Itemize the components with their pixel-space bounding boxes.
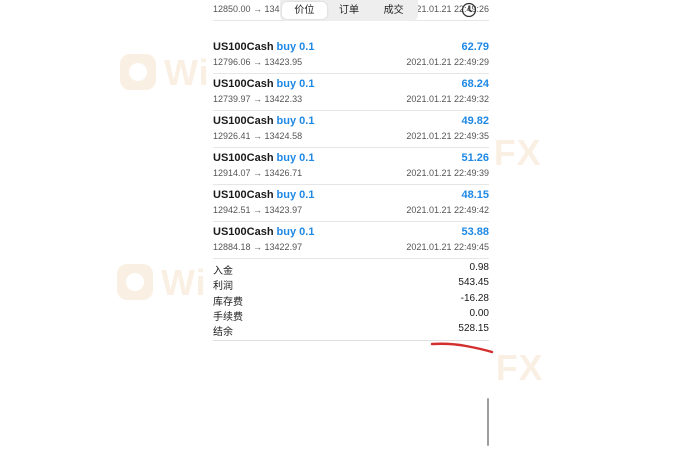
deal-row[interactable]: US100Cash buy 0.1 68.24 12739.97 → 13422.… bbox=[213, 74, 489, 111]
summary-value: 0.00 bbox=[469, 307, 489, 319]
deal-symbol: US100Cash bbox=[213, 115, 274, 127]
deal-prices: 12914.07 → 13426.71 bbox=[213, 168, 303, 178]
deal-time: 2021.01.21 22:49:42 bbox=[406, 205, 489, 215]
deal-prices: 12884.18 → 13422.97 bbox=[213, 242, 303, 252]
deal-time: 2021.01.21 22:49:32 bbox=[406, 94, 489, 104]
deal-time: 2021.01.21 22:49:39 bbox=[406, 168, 489, 178]
deal-profit: 48.15 bbox=[461, 189, 489, 201]
summary-value: -16.28 bbox=[460, 292, 489, 304]
deal-side: buy 0.1 bbox=[276, 226, 315, 238]
deal-profit: 49.82 bbox=[461, 115, 489, 127]
summary-value: 528.15 bbox=[458, 323, 489, 335]
deal-side: buy 0.1 bbox=[276, 115, 315, 127]
deal-side: buy 0.1 bbox=[276, 152, 315, 164]
deal-row[interactable]: US100Cash buy 0.1 53.88 12884.18 → 13422.… bbox=[213, 222, 489, 259]
deal-row[interactable]: US100Cash buy 0.1 62.79 12796.06 → 13423.… bbox=[213, 37, 489, 74]
deal-time: 2021.01.21 22:49:35 bbox=[406, 131, 489, 141]
red-underline-mark bbox=[430, 342, 494, 354]
deal-symbol: US100Cash bbox=[213, 152, 274, 164]
deal-symbol: US100Cash bbox=[213, 226, 274, 238]
deal-profit: 53.88 bbox=[461, 226, 489, 238]
wikifx-logo-icon bbox=[120, 54, 156, 90]
account-summary: 入金 0.98 利润 543.45 库存费 -16.28 手续费 0.00 结余… bbox=[213, 260, 489, 339]
summary-swap: 库存费 -16.28 bbox=[213, 291, 489, 308]
summary-profit: 利润 543.45 bbox=[213, 275, 489, 292]
deal-time: 2021.01.21 22:49:45 bbox=[406, 242, 489, 252]
deal-row[interactable]: US100Cash buy 0.1 49.82 12926.41 → 13424.… bbox=[213, 111, 489, 148]
scrollbar[interactable] bbox=[487, 398, 489, 446]
tab-price[interactable]: 价位 bbox=[282, 2, 327, 19]
deal-profit: 51.26 bbox=[461, 152, 489, 164]
wikifx-logo-icon bbox=[117, 264, 153, 300]
deal-row[interactable]: US100Cash buy 0.1 48.15 12942.51 → 13423.… bbox=[213, 185, 489, 222]
deal-side: buy 0.1 bbox=[276, 189, 315, 201]
deal-profit: 68.24 bbox=[461, 78, 489, 90]
deal-symbol: US100Cash bbox=[213, 189, 274, 201]
deal-prices: 12796.06 → 13423.95 bbox=[213, 57, 303, 67]
deal-symbol: US100Cash bbox=[213, 41, 274, 53]
summary-deposit: 入金 0.98 bbox=[213, 260, 489, 277]
summary-value: 543.45 bbox=[458, 277, 489, 289]
history-screen: 12850.00 → 13422.38 2021.01.21 22:49:26 … bbox=[208, 0, 492, 450]
summary-label: 结余 bbox=[213, 327, 233, 339]
deal-prices: 12739.97 → 13422.33 bbox=[213, 94, 303, 104]
summary-commission: 手续费 0.00 bbox=[213, 306, 489, 323]
deal-side: buy 0.1 bbox=[276, 78, 315, 90]
deal-prices: 12942.51 → 13423.97 bbox=[213, 205, 303, 215]
deal-symbol: US100Cash bbox=[213, 78, 274, 90]
clock-icon[interactable] bbox=[461, 2, 477, 18]
deal-side: buy 0.1 bbox=[276, 41, 315, 53]
tab-deals[interactable]: 成交 bbox=[371, 2, 416, 19]
deal-time: 2021.01.21 22:49:29 bbox=[406, 57, 489, 67]
deal-profit: 62.79 bbox=[461, 41, 489, 53]
deal-prices: 12926.41 → 13424.58 bbox=[213, 131, 303, 141]
summary-value: 0.98 bbox=[469, 262, 489, 273]
tab-bar: 价位 订单 成交 bbox=[280, 0, 418, 21]
summary-balance: 结余 528.15 bbox=[213, 321, 489, 339]
tab-orders[interactable]: 订单 bbox=[327, 2, 372, 19]
deal-row[interactable]: US100Cash buy 0.1 51.26 12914.07 → 13426.… bbox=[213, 148, 489, 185]
